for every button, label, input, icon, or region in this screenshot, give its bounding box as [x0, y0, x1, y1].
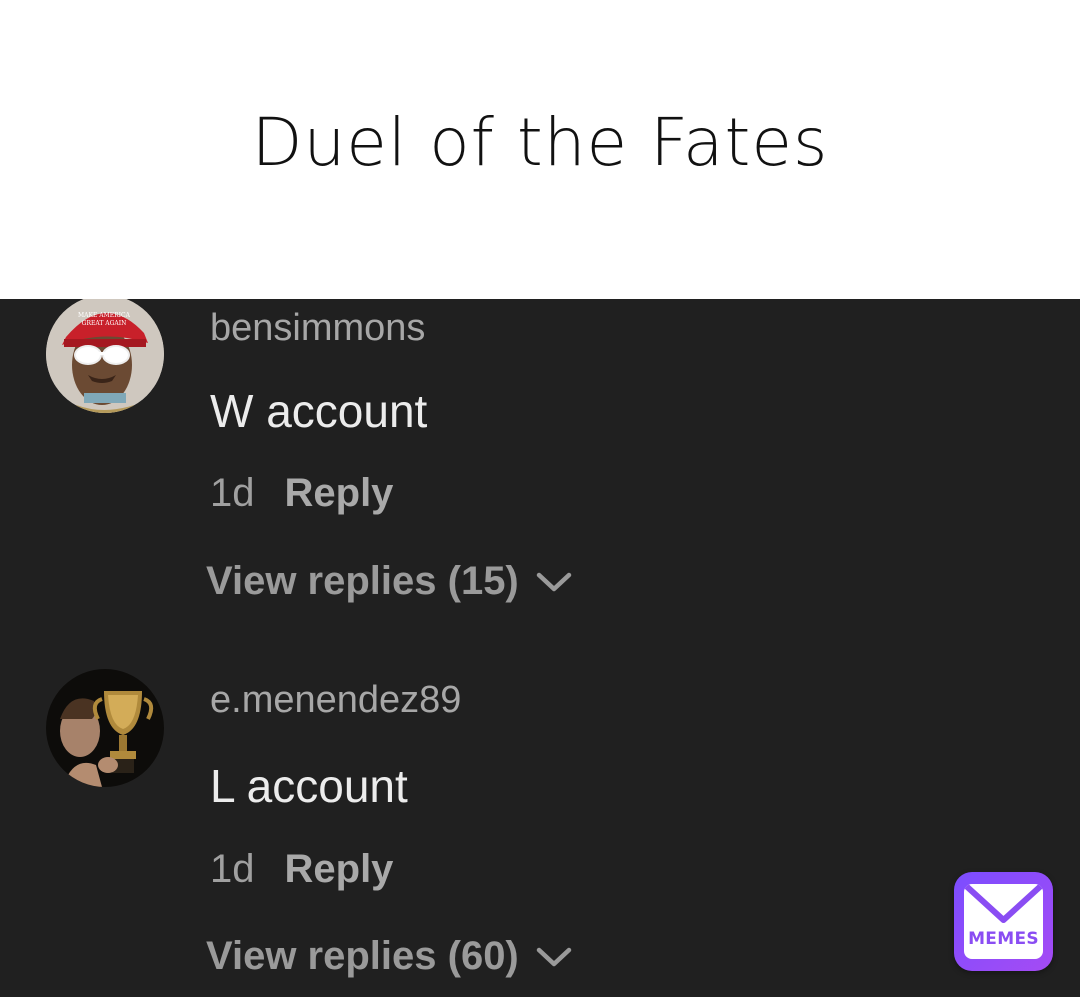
comment-time: 1d: [210, 847, 255, 891]
chevron-down-icon: [535, 934, 573, 979]
chevron-down-icon: [535, 559, 573, 604]
view-replies-button[interactable]: View replies (60): [206, 934, 573, 979]
view-replies-label: View replies (15): [206, 559, 519, 603]
reply-button[interactable]: Reply: [285, 471, 394, 515]
comment-text: W account: [210, 385, 428, 437]
reply-button[interactable]: Reply: [285, 847, 394, 891]
comment-username[interactable]: bensimmons: [210, 307, 425, 350]
comment-meta: 1d Reply: [210, 847, 393, 892]
comment-item: MAKE AMERICA GREAT AGAIN bensimmons W ac…: [0, 299, 1080, 639]
avatar[interactable]: [46, 669, 164, 787]
comment-meta: 1d Reply: [210, 471, 393, 516]
watermark-label: MEMES: [968, 929, 1039, 949]
comment-text: L account: [210, 760, 408, 812]
comment-item: e.menendez89 L account 1d Reply View repl…: [0, 669, 1080, 997]
svg-text:GREAT AGAIN: GREAT AGAIN: [82, 320, 127, 327]
memes-watermark: MEMES: [954, 872, 1053, 971]
envelope-icon: MEMES: [964, 884, 1043, 959]
comments-screenshot: MAKE AMERICA GREAT AGAIN bensimmons W ac…: [0, 299, 1080, 997]
avatar[interactable]: MAKE AMERICA GREAT AGAIN: [46, 299, 164, 413]
avatar-trophy-icon: [46, 669, 164, 787]
comment-username[interactable]: e.menendez89: [210, 679, 461, 722]
avatar-red-hat-sunglasses-icon: MAKE AMERICA GREAT AGAIN: [46, 299, 164, 413]
view-replies-button[interactable]: View replies (15): [206, 559, 573, 604]
caption-title: Duel of the Fates: [251, 104, 829, 181]
view-replies-label: View replies (60): [206, 934, 519, 978]
caption-area: Duel of the Fates: [0, 0, 1080, 299]
comment-time: 1d: [210, 471, 255, 515]
svg-text:MAKE AMERICA: MAKE AMERICA: [78, 312, 131, 319]
